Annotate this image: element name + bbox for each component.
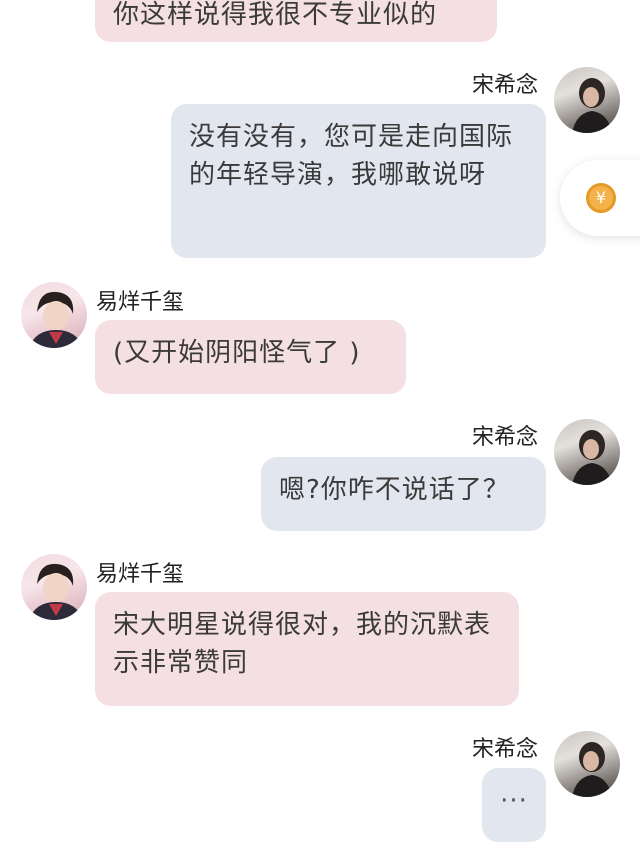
message-text: 嗯?你咋不说话了？ — [279, 475, 510, 505]
person-photo-icon — [29, 291, 83, 348]
message-bubble-5: ··· — [482, 768, 546, 842]
message-text: 你这样说得我很不专业似的 — [113, 0, 438, 30]
avatar-yi-yangqianxi[interactable] — [21, 282, 87, 348]
avatar-song-xinian[interactable] — [554, 67, 620, 133]
person-photo-icon — [572, 742, 612, 797]
message-bubble-4: 宋大明星说得很对，我的沉默表示非常赞同 — [95, 592, 519, 706]
avatar-yi-yangqianxi[interactable] — [21, 554, 87, 620]
person-photo-icon — [572, 430, 612, 485]
sender-name: 宋希念 — [472, 425, 539, 450]
person-photo-icon — [572, 78, 612, 133]
message-text: 宋大明星说得很对，我的沉默表示非常赞同 — [113, 610, 492, 678]
message-text: ··· — [500, 786, 528, 816]
message-text: (又开始阴阳怪气了 ) — [113, 338, 361, 368]
message-bubble-3: 嗯?你咋不说话了？ — [261, 457, 546, 531]
message-bubble-0: 你这样说得我很不专业似的 — [95, 0, 497, 42]
person-photo-icon — [29, 563, 83, 620]
sender-name: 易烊千玺 — [96, 290, 185, 315]
message-text: 没有没有，您可是走向国际的年轻导演，我哪敢说呀 — [189, 122, 514, 190]
message-bubble-1: 没有没有，您可是走向国际的年轻导演，我哪敢说呀 — [171, 104, 546, 258]
sender-name: 宋希念 — [472, 73, 539, 98]
avatar-song-xinian[interactable] — [554, 419, 620, 485]
sender-name: 易烊千玺 — [96, 562, 185, 587]
coin-icon[interactable]: ¥ — [586, 183, 616, 213]
avatar-song-xinian[interactable] — [554, 731, 620, 797]
sender-name: 宋希念 — [472, 737, 539, 762]
message-bubble-2: (又开始阴阳怪气了 ) — [95, 320, 406, 394]
